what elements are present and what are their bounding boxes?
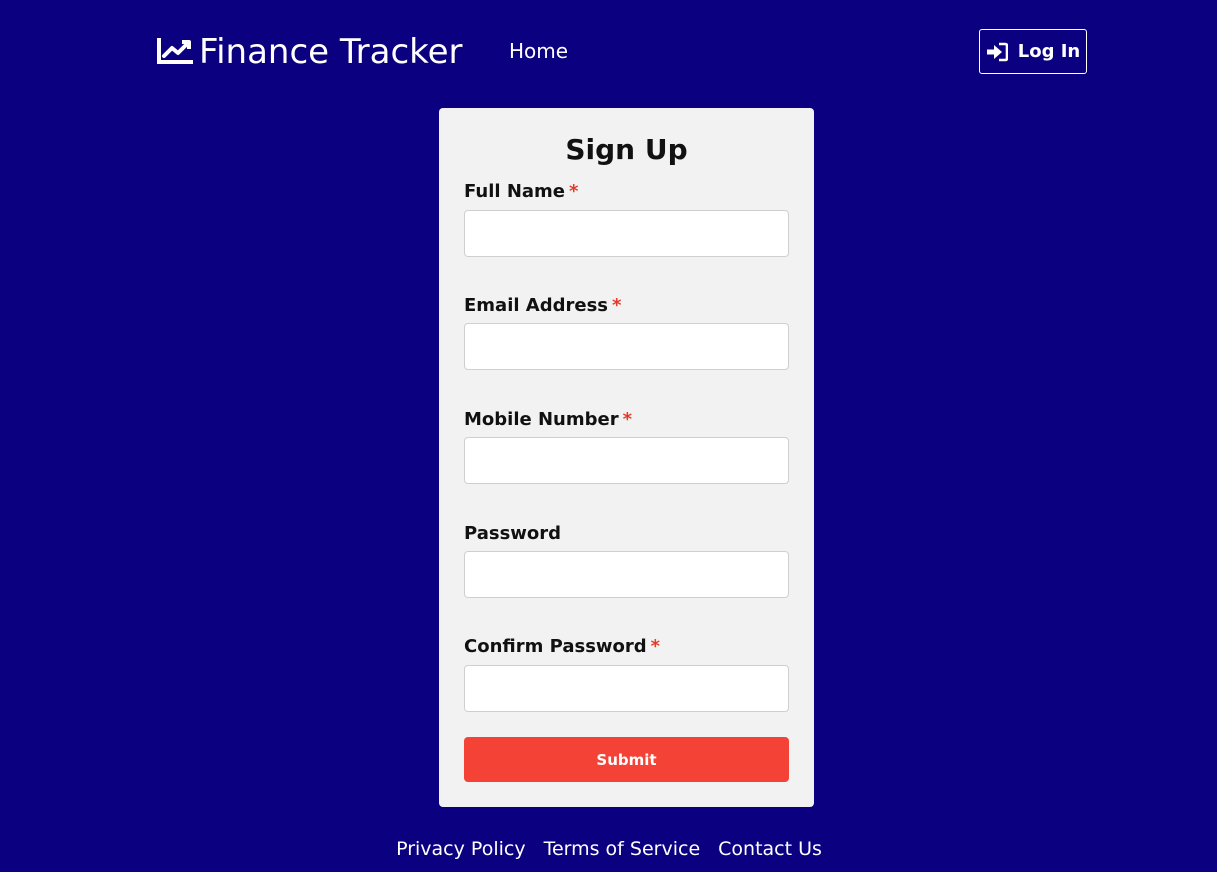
required-marker: * (569, 181, 579, 202)
contact-us-link[interactable]: Contact Us (718, 836, 822, 864)
mobile-number-input[interactable] (464, 437, 789, 484)
password-label: Password (464, 523, 562, 544)
email-label: Email Address * (464, 295, 622, 316)
required-marker: * (612, 295, 622, 316)
signup-card: Sign Up Full Name * Email Address * Mobile… (439, 108, 814, 807)
confirm-password-input[interactable] (464, 665, 789, 712)
required-marker: * (622, 409, 633, 430)
navbar: Finance Tracker Home Log In (0, 0, 1217, 105)
full-name-input[interactable] (464, 210, 789, 257)
chart-line-icon (157, 38, 193, 64)
mobile-number-label: Mobile Number * (464, 409, 633, 430)
sign-in-icon (986, 42, 1008, 61)
email-input[interactable] (464, 323, 789, 370)
full-name-label: Full Name * (464, 181, 579, 202)
login-button[interactable]: Log In (979, 29, 1087, 74)
brand-logo[interactable]: Finance Tracker (157, 30, 463, 74)
confirm-password-label: Confirm Password * (464, 636, 661, 657)
login-label: Log In (1017, 41, 1081, 62)
footer: Privacy Policy Terms of Service Contact … (0, 836, 1217, 864)
footer-links: Privacy Policy Terms of Service Contact … (395, 836, 822, 864)
privacy-policy-link[interactable]: Privacy Policy (396, 836, 525, 864)
submit-button[interactable]: Submit (464, 737, 789, 782)
nav-home-link[interactable]: Home (509, 38, 568, 64)
password-input[interactable] (464, 551, 789, 598)
brand-name: Finance Tracker (199, 32, 463, 72)
page-title: Sign Up (565, 133, 688, 166)
terms-of-service-link[interactable]: Terms of Service (544, 836, 701, 864)
required-marker: * (650, 636, 661, 657)
